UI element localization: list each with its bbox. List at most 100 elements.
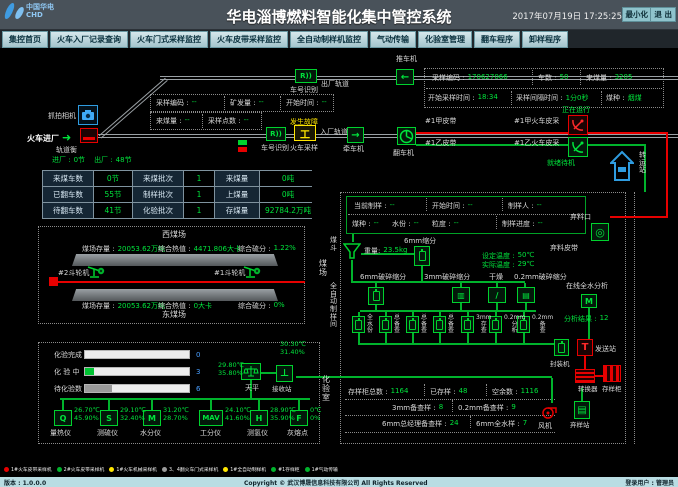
prep-granularity: 粒度 :-- <box>432 219 459 229</box>
sample-cabinet-icon <box>603 365 621 382</box>
green-pipe <box>298 400 300 410</box>
train-sampler-icon: 工 <box>294 125 316 141</box>
sample-bottle <box>379 316 392 333</box>
status-legend: 1#火车皮带采样机 2#火车皮带采样机 1#火车机械采样机 3、4翻火车门式采样… <box>0 462 678 477</box>
prep-coal-type: 煤种 :-- <box>352 219 379 229</box>
green-pipe <box>467 333 469 343</box>
tab-gate-sampler[interactable]: 火车门式采样监控 <box>130 31 208 48</box>
yard-belt-line <box>58 281 305 283</box>
logo-cn: 中国华电 <box>26 3 54 11</box>
dumper-label: 翻车机 <box>393 149 414 157</box>
bottle-label: 0.2mm 备 查 <box>532 315 553 335</box>
receiver-humidity: 31.40% <box>280 349 305 356</box>
machine-label: 6mm破碎缩分 <box>360 273 406 281</box>
tab-dumper-program[interactable]: 翻车程序 <box>474 31 520 48</box>
footer-bar: 版本 : 1.0.0.0 Copyright © 武汉博晟信息科技有限公司 Al… <box>0 477 678 487</box>
discard-port-label: 弃料口 <box>570 213 591 221</box>
green-pipe <box>151 400 153 410</box>
legend-item: 1#全自动制样机 <box>223 466 266 473</box>
green-pipe <box>358 343 556 345</box>
active-coal-type: 煤种 :烟煤 <box>606 93 642 103</box>
status-dot <box>4 467 9 472</box>
machine-label: 3mm破碎缩分 <box>424 273 470 281</box>
packer-label: 封装机 <box>550 361 570 368</box>
crusher02-icon: ▤ <box>517 287 535 303</box>
yard-belt-drive <box>49 277 58 286</box>
cabinet-label: 存样柜 <box>602 386 622 393</box>
converter-icon <box>575 369 595 383</box>
coal-pile <box>72 289 278 301</box>
instrument-humidity: 28.70% <box>163 415 188 422</box>
instrument-humidity: 41.60% <box>225 415 250 422</box>
discard-station-label: 弃样站 <box>570 422 590 429</box>
divide6-bin-icon <box>414 246 430 266</box>
sample-6mm-water: 6mm全水样 :7 <box>476 419 527 429</box>
bar-value: 6 <box>196 385 200 393</box>
bottle-label: 总 备 查 <box>448 315 454 335</box>
status-dot <box>57 467 62 472</box>
active-code: 采样编码 :170627066 <box>432 73 508 83</box>
exit-button[interactable]: 退 出 <box>650 7 676 22</box>
table-cell: 41节 <box>94 203 132 218</box>
pusher-label: 推车机 <box>396 55 417 63</box>
tab-auto-prep[interactable]: 全自动制样机监控 <box>290 31 368 48</box>
pending-start-time: 开始时间 :-- <box>286 98 327 108</box>
scada-screen: 中国华电 CHD 华电淄博燃料智能化集中管控系统 2017年07月19日 17:… <box>0 0 678 487</box>
send-station-label: 发送站 <box>595 345 616 353</box>
legend-item: 1#气动传输 <box>305 466 338 473</box>
weighbridge-icon <box>80 128 98 143</box>
tab-unload-program[interactable]: 卸样程序 <box>522 31 568 48</box>
tab-lab[interactable]: 化验室管理 <box>418 31 472 48</box>
signal-red <box>238 147 247 152</box>
entry-track-line <box>96 134 678 138</box>
packer-icon <box>554 339 569 356</box>
divider <box>280 96 281 110</box>
online-moisture-label: 在线全水分析 <box>566 282 608 290</box>
bottle-label: 0.2mm 分 析 <box>504 315 525 335</box>
hopper-weight: 重量:23.5kg <box>364 246 407 256</box>
minimize-button[interactable]: 最小化 <box>622 7 653 22</box>
dryer-actual-temp: 实际温度 :29℃ <box>482 260 534 270</box>
east-yard-label: 东煤场 <box>162 310 186 319</box>
green-pipe <box>351 260 353 282</box>
prep-operator: 制样人 :-- <box>508 201 542 211</box>
sampler1-status: 正在运行 <box>562 106 590 114</box>
status-dot <box>109 467 114 472</box>
logo-swoosh-icon <box>3 3 15 19</box>
tab-train-entry-records[interactable]: 火车入厂记录查询 <box>50 31 128 48</box>
green-pipe <box>385 333 387 343</box>
prep-side-label: 全 自 动 制 样 间 <box>330 283 337 329</box>
divider <box>345 432 555 433</box>
puller-label: 牵车机 <box>343 145 364 153</box>
divider <box>202 114 203 128</box>
table-cell: 1 <box>184 187 214 202</box>
prep-moisture: 水份 :-- <box>392 219 419 229</box>
capture-camera-icon <box>78 105 98 125</box>
tab-pneumatic[interactable]: 气动传输 <box>370 31 416 48</box>
instrument-label: 测硫仪 <box>97 429 118 437</box>
red-pipe <box>610 216 668 218</box>
instrument-humidity: 35.90% <box>270 415 295 422</box>
green-pipe <box>358 333 360 343</box>
progress-bar-waiting <box>84 384 190 393</box>
green-pipe <box>495 333 497 343</box>
sample-6mm-manager: 6mm总经理备查样 :24 <box>382 419 459 429</box>
machine-label: 干燥 <box>489 273 503 281</box>
table-cell: 上煤量 <box>215 187 259 202</box>
red-pipe <box>584 356 586 369</box>
divider <box>426 88 662 89</box>
car-id-reader-label: 车号识别 <box>261 144 289 152</box>
status-dot <box>271 467 276 472</box>
tab-belt-sampler[interactable]: 火车皮带采样监控 <box>210 31 288 48</box>
east-sulfur: 综合硫分 :0% <box>238 301 285 311</box>
divider <box>511 91 512 105</box>
belt2-label: #1乙皮带 <box>425 139 456 147</box>
balance-label: 天平 <box>245 384 259 392</box>
prep-progress: 制样进度 :-- <box>502 219 543 229</box>
version: 版本 : 1.0.0.0 <box>4 478 46 487</box>
logo-en: CHD <box>26 11 54 19</box>
west-storage: 煤场存量 :20053.62万吨 <box>82 244 165 254</box>
sample-02mm: 0.2mm备查样 :9 <box>458 403 516 413</box>
tab-home[interactable]: 集控首页 <box>2 31 48 48</box>
car-id-reader-icon: R)) <box>266 127 286 141</box>
